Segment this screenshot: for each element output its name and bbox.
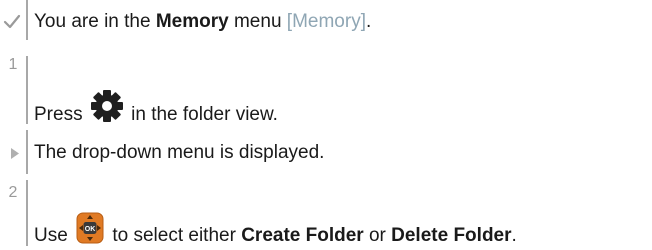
step-divider-line [26, 56, 28, 124]
result-row: The drop-down menu is displayed. [0, 130, 652, 180]
step-number: 1 [8, 56, 18, 73]
ok-joystick-icon: OK [76, 212, 104, 244]
menu-reference: [Memory] [286, 11, 366, 32]
step-text: The drop-down menu is displayed. [34, 142, 325, 163]
step-2-row: 2 Use OK to select either Create Folder … [0, 180, 652, 249]
gear-icon [89, 89, 124, 123]
step-text: Use OK to select either Create Folder or… [34, 212, 517, 247]
menu-name: Memory [155, 11, 229, 32]
ok-icon-label: OK [85, 226, 96, 233]
option-delete-folder: Delete Folder [391, 225, 512, 246]
step-1-row: 1 Press in the folder view. [0, 56, 652, 126]
step-divider-line [26, 180, 28, 246]
step-text: Press in the folder view. [34, 89, 278, 126]
step-divider-line [26, 0, 28, 40]
triangle-icon [11, 146, 19, 164]
step-number: 2 [8, 184, 18, 201]
option-create-folder: Create Folder [241, 225, 364, 246]
check-icon [3, 14, 21, 35]
prerequisite-row: You are in the Memory menu [Memory]. [0, 0, 652, 52]
step-text: You are in the Memory menu [Memory]. [34, 11, 372, 32]
step-divider-line [26, 130, 28, 174]
